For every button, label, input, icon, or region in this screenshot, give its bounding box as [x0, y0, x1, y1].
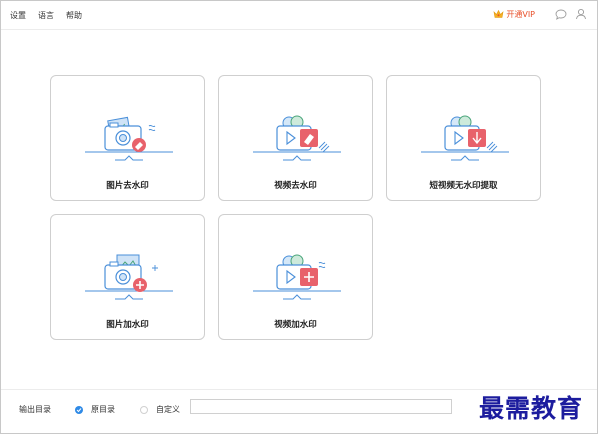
- card-video-remove-watermark[interactable]: 视频去水印: [218, 75, 373, 201]
- short-video-extract-icon: [421, 112, 509, 164]
- video-remove-watermark-icon: [253, 112, 341, 164]
- radio-original-dir[interactable]: 原目录: [75, 404, 115, 415]
- app-window: 设置 语言 帮助 开通VIP 图片去水印 视频去水印 短视频无水印提取 图片加水…: [0, 0, 598, 434]
- vip-button[interactable]: 开通VIP: [493, 9, 535, 20]
- card-label: 短视频无水印提取: [429, 181, 498, 191]
- crown-icon: [493, 9, 506, 19]
- menu-help[interactable]: 帮助: [66, 10, 82, 21]
- card-image-add-watermark[interactable]: 图片加水印: [50, 214, 205, 340]
- vip-label: 开通VIP: [506, 9, 535, 19]
- card-label: 图片加水印: [106, 320, 149, 330]
- watermark-text: 最需教育: [479, 394, 584, 423]
- chat-icon[interactable]: [555, 9, 567, 20]
- radio-checked-icon: [75, 405, 83, 414]
- menu-bar: 设置 语言 帮助 开通VIP: [1, 1, 597, 30]
- user-icon[interactable]: [575, 8, 587, 20]
- radio-label: 自定义: [156, 405, 180, 414]
- card-short-video-extract[interactable]: 短视频无水印提取: [386, 75, 541, 201]
- output-dir-label: 输出目录: [19, 405, 51, 414]
- card-label: 图片去水印: [106, 181, 149, 191]
- output-path-input[interactable]: [190, 399, 452, 414]
- card-label: 视频加水印: [274, 320, 317, 330]
- image-remove-watermark-icon: [85, 112, 173, 164]
- radio-label: 原目录: [91, 405, 115, 414]
- menu-settings[interactable]: 设置: [10, 10, 26, 21]
- radio-custom-dir[interactable]: 自定义: [140, 404, 180, 415]
- video-add-watermark-icon: [253, 251, 341, 303]
- card-label: 视频去水印: [274, 181, 317, 191]
- image-add-watermark-icon: [85, 251, 173, 303]
- card-image-remove-watermark[interactable]: 图片去水印: [50, 75, 205, 201]
- radio-unchecked-icon: [140, 405, 148, 414]
- top-right-actions: 开通VIP: [493, 8, 587, 20]
- menu-language[interactable]: 语言: [38, 10, 54, 21]
- card-video-add-watermark[interactable]: 视频加水印: [218, 214, 373, 340]
